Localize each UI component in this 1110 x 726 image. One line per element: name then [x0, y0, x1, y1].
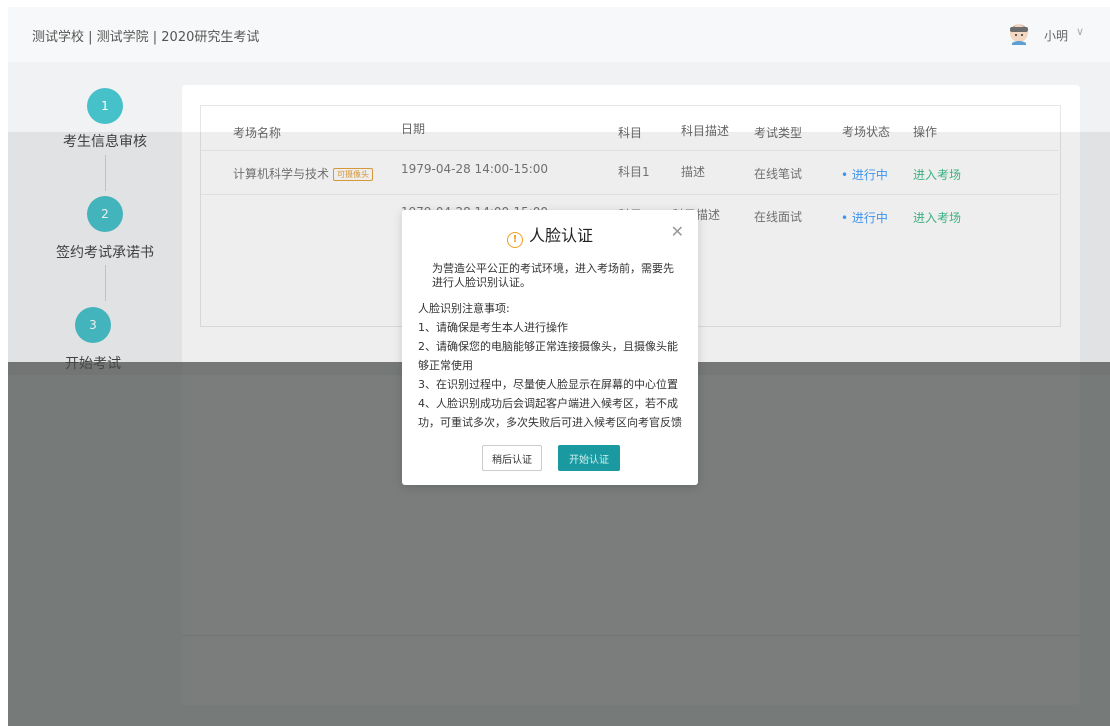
enter-room-link[interactable]: 进入考场: [913, 166, 961, 183]
table-cell-subject: 科目1: [618, 165, 650, 179]
top-header: 测试学校 | 测试学院 | 2020研究生考试 小明 ∨: [8, 7, 1110, 62]
note-item: 4、人脸识别成功后会调起客户端进入候考区，若不成功，可重试多次，多次失败后可进入…: [418, 397, 682, 429]
column-header: 科目: [618, 126, 643, 140]
column-header: 考场状态: [842, 125, 891, 139]
step-2-label: 签约考试承诺书: [56, 245, 154, 261]
row-divider: [201, 150, 1058, 151]
step-1-circle: 1: [87, 88, 123, 124]
app-frame: 测试学校 | 测试学院 | 2020研究生考试 小明 ∨ 1 考生信息审核 2 …: [8, 7, 1110, 726]
dialog-title: ! 人脸认证: [402, 222, 698, 248]
later-button[interactable]: 稍后认证: [482, 445, 542, 471]
column-header: 日期: [401, 122, 426, 136]
step-connector: [105, 265, 106, 301]
table-cell-type: 在线面试: [754, 210, 803, 224]
table-cell-desc: 描述: [681, 165, 706, 179]
row-divider: [201, 194, 1058, 195]
step-3-label: 开始考试: [65, 356, 121, 372]
column-header: 考试类型: [754, 126, 803, 140]
table-cell-date: 1979-04-28 14:00-15:00: [401, 162, 549, 176]
avatar[interactable]: [1008, 21, 1030, 45]
status-badge: • 进行中: [841, 168, 888, 182]
notes-heading: 人脸识别注意事项:: [418, 302, 510, 315]
face-auth-dialog: ! 人脸认证 ✕ 为营造公平公正的考试环境，进入考场前，需要先进行人脸识别认证。 …: [402, 210, 698, 485]
status-badge: • 进行中: [841, 211, 888, 225]
step-2-circle: 2: [87, 196, 123, 232]
info-icon: !: [506, 232, 523, 248]
dialog-title-text: 人脸认证: [528, 226, 593, 245]
chevron-down-icon[interactable]: ∨: [1076, 25, 1084, 38]
exam-name: 计算机科学与技术: [233, 167, 330, 181]
card-footer-divider: [182, 635, 1080, 636]
step-3-circle: 3: [75, 307, 111, 343]
note-item: 2、请确保您的电脑能够正常连接摄像头，且摄像头能够正常使用: [418, 340, 678, 372]
column-header: 科目描述: [681, 124, 730, 138]
table-cell-type: 在线笔试: [754, 167, 803, 181]
column-header: 考场名称: [233, 126, 282, 140]
start-auth-button[interactable]: 开始认证: [558, 445, 620, 471]
table-cell-name: 计算机科学与技术 可摄像头: [233, 165, 374, 182]
dialog-intro: 为营造公平公正的考试环境，进入考场前，需要先进行人脸识别认证。: [432, 262, 674, 289]
user-name[interactable]: 小明: [1044, 27, 1068, 44]
enter-room-link[interactable]: 进入考场: [913, 209, 961, 226]
note-item: 1、请确保是考生本人进行操作: [418, 321, 568, 334]
column-header: 操作: [913, 125, 938, 139]
page-title: 测试学校 | 测试学院 | 2020研究生考试: [32, 30, 260, 45]
note-item: 3、在识别过程中，尽量使人脸显示在屏幕的中心位置: [418, 378, 678, 391]
camera-badge: 可摄像头: [333, 168, 374, 181]
dialog-notes: 人脸识别注意事项: 1、请确保是考生本人进行操作 2、请确保您的电脑能够正常连接…: [418, 299, 686, 432]
step-connector: [105, 155, 106, 191]
step-1-label: 考生信息审核: [63, 134, 147, 150]
close-icon[interactable]: ✕: [671, 222, 684, 241]
